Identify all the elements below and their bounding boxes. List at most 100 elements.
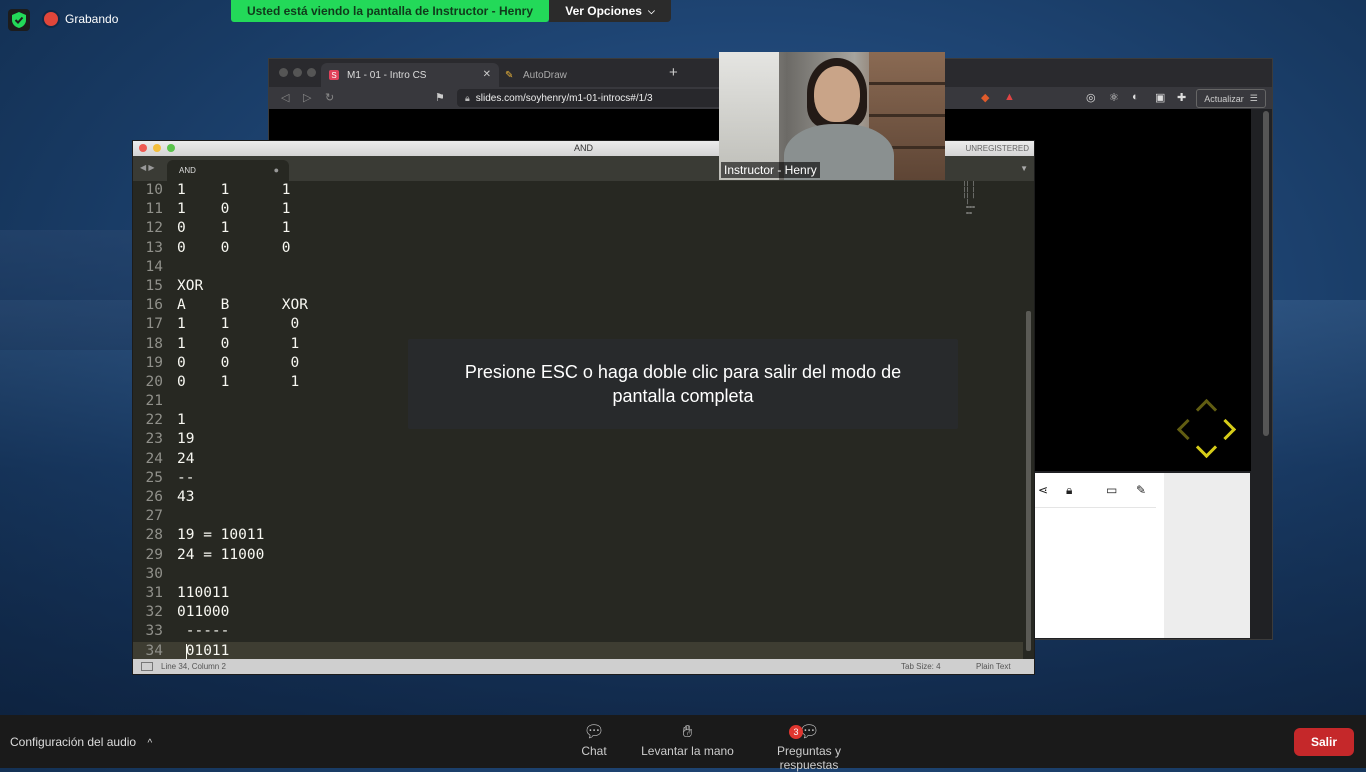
brave-shield-icon[interactable]: ◆	[981, 91, 993, 104]
bookmark-icon[interactable]: ⚑	[435, 91, 445, 104]
line-text: 0 1 1	[177, 220, 291, 237]
raise-hand-button[interactable]: ✋︎ Levantar la mano	[640, 722, 735, 758]
share-icon[interactable]: ⋖	[1038, 483, 1048, 497]
present-icon[interactable]: ▭	[1106, 483, 1117, 497]
slide-left-arrow-icon[interactable]	[1176, 418, 1199, 441]
lock-icon: 🔒︎	[465, 92, 470, 103]
cursor-position: Line 34, Column 2	[161, 662, 226, 671]
code-line[interactable]: 31 110011	[133, 584, 1023, 603]
line-text: 1	[177, 412, 186, 429]
line-text: A B XOR	[177, 297, 308, 314]
browser-tab-label: M1 - 01 - Intro CS	[347, 69, 427, 81]
code-line[interactable]: 29 24 = 11000	[133, 546, 1023, 565]
extension-icon[interactable]: ▣	[1155, 91, 1167, 104]
editor-zoom-button[interactable]	[167, 144, 175, 152]
tab-dropdown-icon[interactable]: ▼	[1020, 164, 1028, 173]
code-line[interactable]: 33 -----	[133, 622, 1023, 641]
line-text: XOR	[177, 277, 204, 294]
line-number: 12	[145, 220, 163, 237]
editor-minimize-button[interactable]	[153, 144, 161, 152]
browser-tab-autodraw[interactable]: ✎ AutoDraw	[497, 63, 635, 87]
code-line[interactable]: 17 1 1 0	[133, 315, 1023, 334]
editor-tab-and[interactable]: AND ●	[167, 160, 289, 181]
tab-size-selector[interactable]: Tab Size: 4	[901, 659, 941, 674]
code-line[interactable]: 16 A B XOR	[133, 296, 1023, 315]
window-close-button[interactable]	[279, 68, 288, 77]
instructor-video[interactable]: Instructor - Henry	[719, 52, 945, 180]
browser-scrollbar[interactable]	[1263, 111, 1269, 436]
back-icon[interactable]: ◁	[281, 91, 289, 104]
line-number: 10	[145, 182, 163, 198]
video-participant-name: Instructor - Henry	[721, 162, 820, 178]
window-minimize-button[interactable]	[293, 68, 302, 77]
browser-tab-slides[interactable]: S M1 - 01 - Intro CS ✕	[321, 63, 499, 87]
unsaved-dot-icon[interactable]: ●	[274, 160, 279, 181]
reload-icon[interactable]: ↻	[325, 91, 334, 104]
line-number: 22	[145, 412, 163, 429]
url-text: slides.com/soyhenry/m1-01-introcs#/1/3	[475, 92, 653, 104]
video-background-window	[719, 52, 779, 180]
line-number: 16	[145, 297, 163, 314]
edit-pencil-icon[interactable]: ✎	[1136, 483, 1146, 497]
view-options-label: Ver Opciones	[565, 4, 642, 18]
code-line[interactable]: 13 0 0 0	[133, 239, 1023, 258]
console-toggle-icon[interactable]	[141, 662, 153, 671]
close-tab-icon[interactable]: ✕	[483, 69, 491, 80]
update-button[interactable]: Actualizar ☰	[1196, 89, 1266, 108]
code-line[interactable]: 26 43	[133, 488, 1023, 507]
autodraw-favicon-icon: ✎	[505, 70, 514, 81]
brave-rewards-icon[interactable]: ▲	[1004, 91, 1016, 103]
line-text: -----	[177, 623, 230, 640]
code-line[interactable]: 10 1 1 1	[133, 181, 1023, 200]
window-zoom-button[interactable]	[307, 68, 316, 77]
line-number: 11	[145, 201, 163, 218]
view-options-button[interactable]: Ver Opciones ⌵	[549, 0, 671, 22]
puzzle-icon[interactable]: ✚	[1177, 91, 1189, 104]
syntax-selector[interactable]: Plain Text	[976, 659, 1011, 674]
lock-icon[interactable]: 🔒︎	[1066, 483, 1072, 498]
code-line[interactable]: 12 0 1 1	[133, 219, 1023, 238]
security-shield-icon[interactable]	[8, 9, 30, 31]
code-line[interactable]: 15 XOR	[133, 277, 1023, 296]
tab-nav-arrows-icon[interactable]: ◀ ▶	[140, 163, 155, 172]
code-line[interactable]: 32 011000	[133, 603, 1023, 622]
address-bar[interactable]: 🔒︎ slides.com/soyhenry/m1-01-introcs#/1/…	[457, 89, 722, 107]
text-caret	[186, 643, 187, 659]
qa-button[interactable]: 💬︎ 3 Preguntas y respuestas	[748, 722, 870, 772]
line-text: 1 1 1	[177, 182, 291, 198]
new-tab-icon[interactable]: +	[669, 64, 678, 81]
extension-icon[interactable]: ◎	[1086, 91, 1098, 104]
code-line[interactable]: 24 24	[133, 450, 1023, 469]
line-number: 21	[145, 393, 163, 410]
line-number: 31	[145, 584, 163, 601]
chat-button[interactable]: 💬︎ Chat	[580, 722, 608, 758]
line-number: 30	[145, 565, 163, 582]
slide-down-arrow-icon[interactable]	[1195, 436, 1218, 459]
code-line[interactable]: 34 01011	[133, 641, 1023, 659]
slide-up-arrow-icon[interactable]	[1195, 398, 1218, 421]
forward-icon[interactable]: ▷	[303, 91, 311, 104]
editor-scrollbar[interactable]	[1026, 311, 1031, 651]
editor-close-button[interactable]	[139, 144, 147, 152]
code-line[interactable]: 28 19 = 10011	[133, 526, 1023, 545]
line-text: 0 0 0	[177, 239, 291, 256]
slide-right-arrow-icon[interactable]	[1214, 418, 1237, 441]
react-devtools-icon[interactable]: ⚛	[1109, 91, 1121, 104]
fullscreen-exit-message: Presione ESC o haga doble clic para sali…	[408, 339, 958, 429]
code-line[interactable]: 11 1 0 1	[133, 200, 1023, 219]
code-line[interactable]: 14	[133, 258, 1023, 277]
editor-tab-label: AND	[179, 166, 196, 175]
code-line[interactable]: 30	[133, 565, 1023, 584]
chat-label: Chat	[581, 744, 607, 758]
extension-icon[interactable]: ◐	[1132, 91, 1144, 103]
exit-button[interactable]: Salir	[1294, 728, 1354, 756]
code-line[interactable]: 27	[133, 507, 1023, 526]
raise-hand-label: Levantar la mano	[641, 744, 734, 758]
minimap[interactable]: || | || | || | | === ==	[963, 181, 977, 231]
code-line[interactable]: 25 --	[133, 469, 1023, 488]
recording-icon	[44, 12, 58, 26]
line-number: 18	[145, 335, 163, 352]
code-line[interactable]: 23 19	[133, 430, 1023, 449]
audio-config-button[interactable]: Configuración del audio ^	[10, 735, 152, 749]
line-number: 20	[145, 373, 163, 390]
